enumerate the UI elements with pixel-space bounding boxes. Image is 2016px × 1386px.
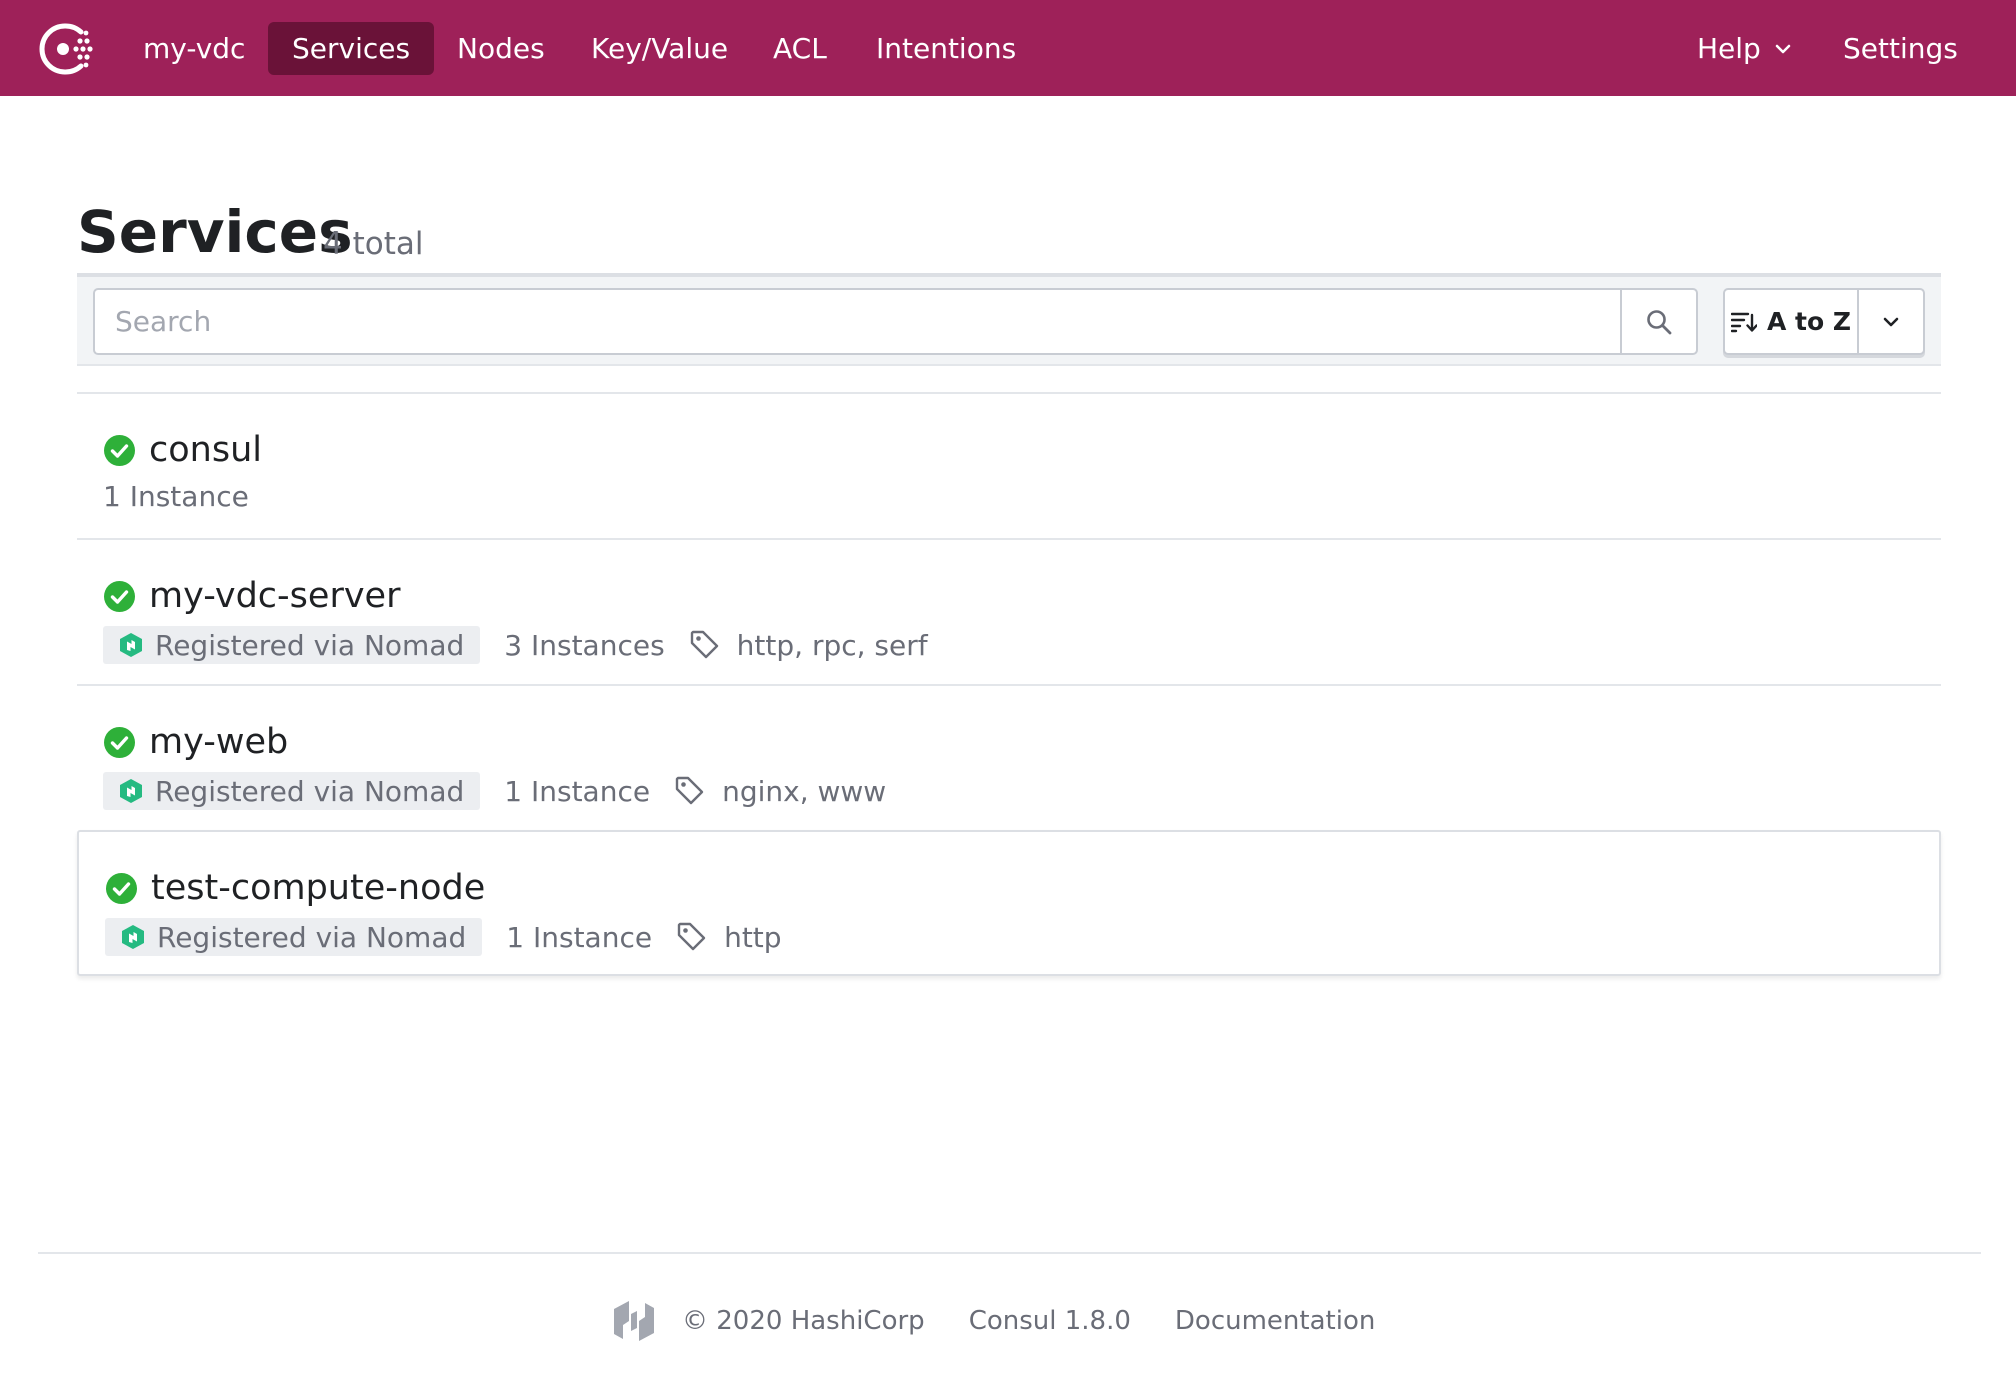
service-name: my-vdc-server xyxy=(149,576,401,616)
sort-icon xyxy=(1730,312,1757,332)
tag-icon xyxy=(675,776,704,805)
service-list: consul 1 Instance my-vdc-server Register… xyxy=(77,392,1941,976)
instance-count: 3 Instances xyxy=(504,628,665,662)
nomad-icon xyxy=(120,633,142,657)
service-tags: http xyxy=(676,920,782,954)
tag-icon xyxy=(690,630,718,659)
passing-check-icon xyxy=(106,872,137,904)
chevron-down-icon xyxy=(1883,317,1899,326)
service-name: consul xyxy=(149,430,262,470)
instance-count: 1 Instance xyxy=(506,920,653,954)
sort-dropdown-toggle[interactable] xyxy=(1859,290,1923,353)
consul-version-link[interactable]: Consul 1.8.0 xyxy=(969,1306,1131,1336)
copyright: © 2020 HashiCorp xyxy=(682,1306,925,1336)
search-button[interactable] xyxy=(1620,288,1698,355)
search-icon xyxy=(1647,309,1672,334)
service-row[interactable]: my-web Registered via Nomad 1 Instance n… xyxy=(77,684,1941,830)
service-meta: Registered via Nomad 3 Instances http, r… xyxy=(103,626,928,664)
service-tags: http, rpc, serf xyxy=(689,629,928,662)
sort-button[interactable]: A to Z xyxy=(1725,290,1859,353)
service-meta: 1 Instance xyxy=(103,480,273,513)
tag-list: http, rpc, serf xyxy=(736,628,928,662)
footer: © 2020 HashiCorp Consul 1.8.0 Documentat… xyxy=(612,1292,1375,1350)
service-row[interactable]: my-vdc-server Registered via Nomad 3 Ins… xyxy=(77,538,1941,684)
nav-item-nodes[interactable]: Nodes xyxy=(433,22,569,75)
nav-item-acl[interactable]: ACL xyxy=(749,22,851,75)
hashicorp-logo-icon[interactable] xyxy=(612,1298,656,1344)
service-meta: Registered via Nomad 1 Instance nginx, w… xyxy=(103,772,886,810)
service-name: my-web xyxy=(149,722,289,762)
help-label: Help xyxy=(1697,32,1761,65)
tag-list: http xyxy=(724,920,782,954)
search-input[interactable] xyxy=(93,288,1621,355)
top-navigation: my-vdc Services Nodes Key/Value ACL Inte… xyxy=(0,0,2016,96)
source-label: Registered via Nomad xyxy=(155,774,465,808)
page-title: Services xyxy=(77,198,353,266)
passing-check-icon xyxy=(104,726,135,758)
passing-check-icon xyxy=(104,434,135,466)
sort-label: A to Z xyxy=(1766,307,1851,336)
chevron-down-icon xyxy=(1775,44,1791,53)
nomad-source-badge: Registered via Nomad xyxy=(103,772,481,810)
search-toolbar: A to Z xyxy=(77,273,1941,366)
services-total-count: 4 total xyxy=(323,226,424,262)
passing-check-icon xyxy=(104,580,135,612)
instance-count: 1 Instance xyxy=(103,480,249,513)
help-menu[interactable]: Help xyxy=(1673,22,1817,75)
nav-item-key-value[interactable]: Key/Value xyxy=(567,22,752,75)
nomad-icon xyxy=(120,779,142,803)
documentation-link[interactable]: Documentation xyxy=(1175,1306,1375,1336)
service-title: consul xyxy=(104,430,262,470)
service-meta: Registered via Nomad 1 Instance http xyxy=(105,918,782,956)
nav-item-services[interactable]: Services xyxy=(268,22,435,75)
consul-logo-icon[interactable] xyxy=(36,20,94,78)
tag-icon xyxy=(677,922,706,951)
instance-count: 1 Instance xyxy=(504,774,651,808)
source-label: Registered via Nomad xyxy=(155,628,465,662)
nomad-source-badge: Registered via Nomad xyxy=(103,626,481,664)
nav-item-settings[interactable]: Settings xyxy=(1819,22,1982,75)
service-title: my-vdc-server xyxy=(104,576,400,616)
service-tags: nginx, www xyxy=(674,775,886,808)
service-title: my-web xyxy=(104,722,288,762)
sort-control: A to Z xyxy=(1723,288,1925,355)
nomad-icon xyxy=(122,925,144,949)
service-row[interactable]: consul 1 Instance xyxy=(77,392,1941,538)
nomad-source-badge: Registered via Nomad xyxy=(105,918,483,956)
footer-divider xyxy=(38,1252,1981,1254)
datacenter-selector[interactable]: my-vdc xyxy=(119,22,269,75)
nav-item-intentions[interactable]: Intentions xyxy=(852,22,1040,75)
service-name: test-compute-node xyxy=(151,868,486,908)
service-row[interactable]: test-compute-node Registered via Nomad 1… xyxy=(77,830,1941,976)
service-title: test-compute-node xyxy=(106,868,485,908)
source-label: Registered via Nomad xyxy=(157,920,467,954)
tag-list: nginx, www xyxy=(722,774,887,808)
